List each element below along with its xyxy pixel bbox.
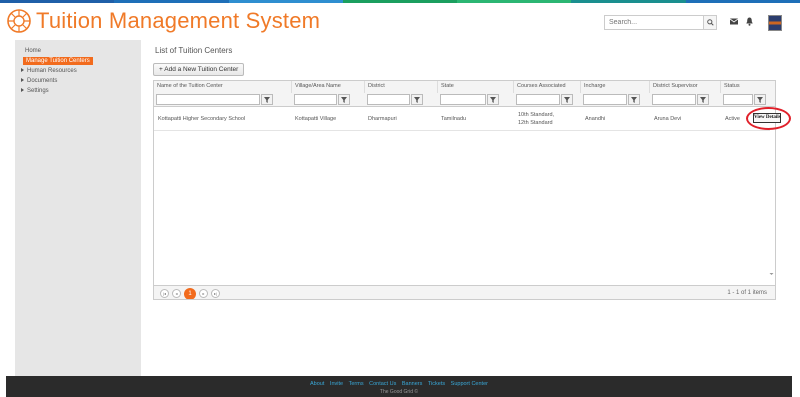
caret-right-icon bbox=[21, 68, 24, 73]
footer-link-contact-us[interactable]: Contact Us bbox=[369, 381, 396, 387]
sidebar-item-settings[interactable]: Settings bbox=[17, 86, 141, 96]
footer-copyright: The Good Grid © bbox=[379, 389, 419, 395]
pager: |◂ ◂ 1 ▸ ▸| 1 - 1 of 1 items bbox=[154, 285, 775, 299]
filter-button-village[interactable] bbox=[338, 94, 350, 105]
filter-icon bbox=[757, 96, 763, 103]
footer-link-terms[interactable]: Terms bbox=[349, 381, 364, 387]
filter-button-name[interactable] bbox=[261, 94, 273, 105]
filter-row bbox=[154, 93, 775, 107]
prev-page-button[interactable]: ◂ bbox=[172, 289, 181, 298]
filter-input-village[interactable] bbox=[294, 94, 337, 105]
cell-supervisor: Aruna Devi bbox=[654, 116, 682, 122]
search-input[interactable] bbox=[604, 15, 704, 30]
filter-input-name[interactable] bbox=[156, 94, 260, 105]
next-page-button[interactable]: ▸ bbox=[199, 289, 208, 298]
cell-courses-line-2: 12th Standard bbox=[518, 120, 553, 126]
pager-info: 1 - 1 of 1 items bbox=[727, 290, 767, 296]
highlight-circle bbox=[746, 107, 791, 130]
column-header-district[interactable]: District bbox=[365, 81, 438, 93]
column-header-incharge[interactable]: Incharge bbox=[581, 81, 650, 93]
tuition-centers-grid: Name of the Tuition Center Village/Area … bbox=[153, 80, 776, 300]
cell-state: Tamilnadu bbox=[441, 116, 467, 122]
cell-courses-line-1: 10th Standard, bbox=[518, 112, 555, 118]
footer-link-tickets[interactable]: Tickets bbox=[428, 381, 445, 387]
sidebar: Home Manage Tuition Centers Human Resour… bbox=[15, 40, 141, 376]
logo-icon[interactable] bbox=[6, 8, 32, 34]
filter-icon bbox=[700, 96, 706, 103]
search-button[interactable] bbox=[704, 15, 717, 30]
app-title: Tuition Management System bbox=[36, 8, 321, 33]
grid-scrollbar[interactable] bbox=[768, 107, 775, 277]
filter-button-incharge[interactable] bbox=[628, 94, 640, 105]
cell-name: Kottapatti Higher Secondary School bbox=[158, 116, 246, 122]
filter-input-state[interactable] bbox=[440, 94, 486, 105]
footer-link-banners[interactable]: Banners bbox=[402, 381, 423, 387]
page-title: List of Tuition Centers bbox=[155, 46, 233, 55]
filter-icon bbox=[490, 96, 496, 103]
caret-right-icon bbox=[21, 88, 24, 93]
cell-incharge: Anandhi bbox=[585, 116, 606, 122]
filter-input-incharge[interactable] bbox=[583, 94, 627, 105]
filter-input-courses[interactable] bbox=[516, 94, 560, 105]
filter-input-status[interactable] bbox=[723, 94, 753, 105]
footer-links: About Invite Terms Contact Us Banners Ti… bbox=[6, 381, 792, 387]
cell-district: Dharmapuri bbox=[368, 116, 397, 122]
filter-input-supervisor[interactable] bbox=[652, 94, 696, 105]
column-header-supervisor[interactable]: District Supervisor bbox=[650, 81, 721, 93]
filter-button-district[interactable] bbox=[411, 94, 423, 105]
filter-icon bbox=[631, 96, 637, 103]
filter-icon bbox=[341, 96, 347, 103]
mail-icon[interactable] bbox=[730, 18, 738, 25]
column-header-status[interactable]: Status bbox=[721, 81, 775, 93]
sidebar-item-home[interactable]: Home bbox=[25, 46, 141, 56]
filter-button-supervisor[interactable] bbox=[697, 94, 709, 105]
scroll-down-icon[interactable] bbox=[768, 271, 775, 277]
column-header-name[interactable]: Name of the Tuition Center bbox=[154, 81, 292, 93]
caret-right-icon bbox=[21, 78, 24, 83]
column-header-courses[interactable]: Courses Associated bbox=[514, 81, 581, 93]
cell-village: Kottapatti Village bbox=[295, 116, 337, 122]
sidebar-item-human-resources[interactable]: Human Resources bbox=[17, 66, 141, 76]
filter-button-courses[interactable] bbox=[561, 94, 573, 105]
first-page-button[interactable]: |◂ bbox=[160, 289, 169, 298]
app-header: Tuition Management System bbox=[0, 3, 800, 39]
cell-status: Active bbox=[725, 116, 740, 122]
footer-link-about[interactable]: About bbox=[310, 381, 324, 387]
last-page-button[interactable]: ▸| bbox=[211, 289, 220, 298]
table-row[interactable]: Kottapatti Higher Secondary School Kotta… bbox=[154, 107, 770, 131]
sidebar-item-manage-tuition-centers[interactable]: Manage Tuition Centers bbox=[23, 56, 141, 66]
main-content: List of Tuition Centers + Add a New Tuit… bbox=[141, 40, 800, 376]
footer: About Invite Terms Contact Us Banners Ti… bbox=[6, 376, 792, 397]
bell-icon[interactable] bbox=[746, 17, 753, 26]
avatar[interactable] bbox=[768, 15, 782, 31]
sidebar-item-documents[interactable]: Documents bbox=[17, 76, 141, 86]
filter-button-status[interactable] bbox=[754, 94, 766, 105]
filter-icon bbox=[264, 96, 270, 103]
footer-link-invite[interactable]: Invite bbox=[330, 381, 343, 387]
filter-input-district[interactable] bbox=[367, 94, 410, 105]
footer-link-support-center[interactable]: Support Center bbox=[451, 381, 488, 387]
filter-icon bbox=[564, 96, 570, 103]
filter-icon bbox=[414, 96, 420, 103]
column-header-village[interactable]: Village/Area Name bbox=[292, 81, 365, 93]
current-page-button[interactable]: 1 bbox=[184, 288, 196, 299]
column-header-state[interactable]: State bbox=[438, 81, 514, 93]
search-icon bbox=[706, 19, 714, 26]
add-tuition-center-button[interactable]: + Add a New Tuition Center bbox=[153, 63, 245, 76]
filter-button-state[interactable] bbox=[487, 94, 499, 105]
